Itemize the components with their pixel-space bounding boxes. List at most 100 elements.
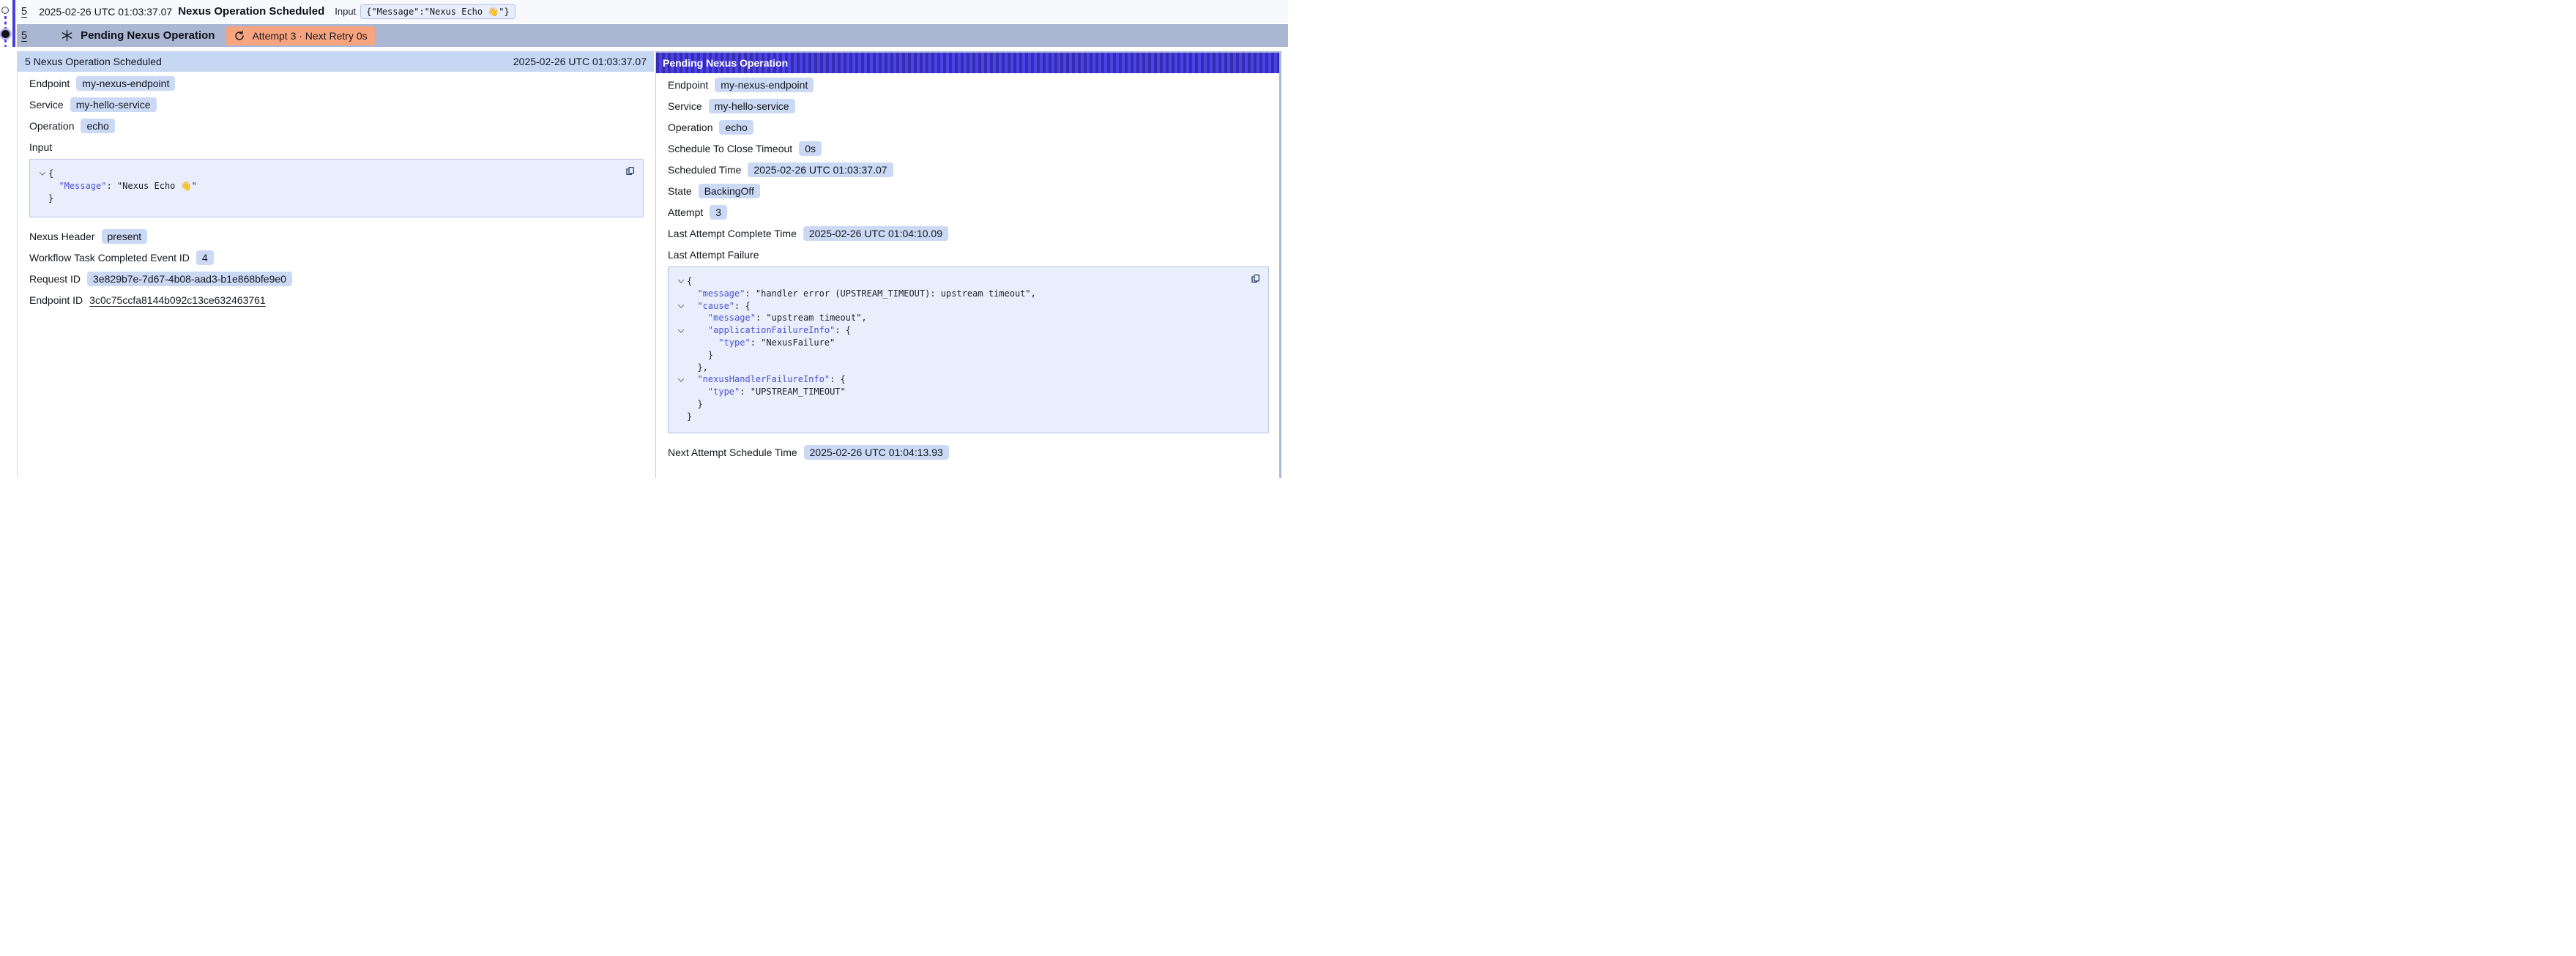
code-line: "nexusHandlerFailureInfo": { xyxy=(674,373,1239,386)
event-id-link[interactable]: 5 xyxy=(21,6,27,18)
code-line-text: "message": "handler error (UPSTREAM_TIME… xyxy=(687,288,1036,300)
detail-row-nexus-header: Nexus Header present xyxy=(29,229,644,244)
field-label: Endpoint xyxy=(668,79,708,91)
detail-row-next-attempt-schedule-time: Next Attempt Schedule Time2025-02-26 UTC… xyxy=(668,445,1269,460)
field-label: Service xyxy=(668,100,702,112)
collapse-chevron-icon[interactable] xyxy=(674,275,687,288)
code-line: } xyxy=(674,398,1239,411)
field-label: Input xyxy=(29,141,52,153)
field-label: Next Attempt Schedule Time xyxy=(668,447,797,458)
panel-header-pending: Pending Nexus Operation xyxy=(656,53,1279,73)
code-line: "applicationFailureInfo": { xyxy=(674,324,1239,337)
event-marker-open-icon xyxy=(1,7,9,14)
detail-row-attempt: Attempt3 xyxy=(668,205,1269,220)
code-line: "type": "NexusFailure" xyxy=(674,337,1239,349)
field-label: Request ID xyxy=(29,273,81,285)
code-line: } xyxy=(36,193,614,205)
collapse-chevron-icon[interactable] xyxy=(36,168,48,180)
retry-icon xyxy=(234,30,245,42)
field-label: Schedule To Close Timeout xyxy=(668,143,792,154)
field-value-badge: my-hello-service xyxy=(70,97,157,112)
code-line-text: "Message": "Nexus Echo 👋" xyxy=(48,180,197,193)
code-line-text: } xyxy=(687,411,692,423)
timeline-accent-bar xyxy=(12,0,15,47)
field-label: Operation xyxy=(29,120,74,132)
detail-row-service: Servicemy-hello-service xyxy=(29,97,644,112)
timeline-connector-line xyxy=(4,40,7,47)
input-json-code-block: { "Message": "Nexus Echo 👋"} xyxy=(29,159,644,217)
panel-header-scheduled: 5 Nexus Operation Scheduled 2025-02-26 U… xyxy=(18,51,654,72)
chevron-gutter xyxy=(674,337,687,349)
field-value-badge: my-nexus-endpoint xyxy=(715,78,814,92)
detail-row-endpoint: Endpoint my-nexus-endpoint xyxy=(668,78,1269,92)
panel-timestamp: 2025-02-26 UTC 01:03:37.07 xyxy=(513,56,647,67)
retry-badge-text: Attempt 3 · Next Retry 0s xyxy=(252,30,367,42)
event-row-nexus-operation-scheduled[interactable]: 5 2025-02-26 UTC 01:03:37.07 Nexus Opera… xyxy=(17,0,1288,23)
input-preview-badge: {"Message":"Nexus Echo 👋"} xyxy=(360,4,515,19)
field-label: Operation xyxy=(668,122,712,133)
code-line-text: { xyxy=(687,275,692,288)
chevron-gutter xyxy=(674,398,687,411)
field-value-badge: present xyxy=(102,229,148,244)
code-line: }, xyxy=(674,362,1239,374)
timeline-connector-line xyxy=(4,16,7,30)
code-line-text: "nexusHandlerFailureInfo": { xyxy=(687,373,846,386)
detail-row-operation: Operation echo xyxy=(29,119,644,133)
field-label: Last Attempt Failure xyxy=(668,249,759,261)
copy-icon[interactable] xyxy=(1250,273,1261,284)
code-line-text: "cause": { xyxy=(687,300,751,313)
detail-row-endpoint: Endpoint my-nexus-endpoint xyxy=(29,76,644,91)
collapse-chevron-icon[interactable] xyxy=(674,324,687,337)
panel-body-scheduled: Endpoint my-nexus-endpoint Servicemy-hello… xyxy=(18,72,654,307)
code-line-text: { xyxy=(48,168,53,180)
event-id-link[interactable]: 5 xyxy=(21,30,27,42)
field-value-badge: 2025-02-26 UTC 01:03:37.07 xyxy=(748,163,893,177)
chevron-gutter xyxy=(674,362,687,374)
chevron-gutter xyxy=(674,411,687,423)
field-label: Endpoint xyxy=(29,78,70,89)
event-marker-current-icon[interactable] xyxy=(1,30,10,38)
code-line: "message": "handler error (UPSTREAM_TIME… xyxy=(674,288,1239,300)
chevron-gutter xyxy=(36,180,48,193)
code-line-text: "type": "NexusFailure" xyxy=(687,337,835,349)
field-label: Endpoint ID xyxy=(29,294,83,306)
collapse-chevron-icon[interactable] xyxy=(674,300,687,313)
field-label: Attempt xyxy=(668,206,703,218)
detail-row-service: Service my-hello-service xyxy=(668,99,1269,113)
code-line-text: } xyxy=(687,398,703,411)
event-timestamp: 2025-02-26 UTC 01:03:37.07 xyxy=(39,6,172,18)
copy-icon[interactable] xyxy=(625,165,636,176)
panel-pending-nexus-operation: Pending Nexus Operation Endpoint my-nexus… xyxy=(655,51,1281,478)
code-line-text: } xyxy=(48,193,53,205)
chevron-gutter xyxy=(674,386,687,398)
detail-row-state: State BackingOff xyxy=(668,184,1269,198)
input-label: Input xyxy=(335,6,356,17)
field-label: Nexus Header xyxy=(29,231,95,242)
chevron-gutter xyxy=(36,193,48,205)
panel-nexus-operation-scheduled: 5 Nexus Operation Scheduled 2025-02-26 U… xyxy=(17,51,654,478)
panel-title: Pending Nexus Operation xyxy=(663,57,788,69)
detail-row-endpoint-id: Endpoint ID 3c0c75ccfa8144b092c13ce632463… xyxy=(29,293,644,307)
code-line: { xyxy=(36,168,614,180)
event-row-pending-nexus-operation[interactable]: 5 Pending Nexus Operation Attempt 3 · Ne… xyxy=(17,24,1288,47)
field-value-badge: my-nexus-endpoint xyxy=(76,76,175,91)
code-line-text: "type": "UPSTREAM_TIMEOUT" xyxy=(687,386,846,398)
field-value-badge: echo xyxy=(81,119,114,133)
field-value-badge: my-hello-service xyxy=(709,99,795,113)
detail-row-operation: Operationecho xyxy=(668,120,1269,135)
field-label: Workflow Task Completed Event ID xyxy=(29,252,190,264)
detail-row-last-attempt-failure: Last Attempt Failure xyxy=(668,247,1269,262)
code-line: } xyxy=(674,411,1239,423)
collapse-chevron-icon[interactable] xyxy=(674,373,687,386)
code-line: "type": "UPSTREAM_TIMEOUT" xyxy=(674,386,1239,398)
field-value-badge: 4 xyxy=(196,250,214,265)
field-value-badge: BackingOff xyxy=(699,184,760,198)
field-label: State xyxy=(668,185,692,197)
endpoint-id-link[interactable]: 3c0c75ccfa8144b092c13ce632463761 xyxy=(89,294,266,306)
panel-title: 5 Nexus Operation Scheduled xyxy=(25,56,162,67)
code-line: "message": "upstream timeout", xyxy=(674,312,1239,324)
code-line: "cause": { xyxy=(674,300,1239,313)
code-line-text: }, xyxy=(687,362,708,374)
code-line-text: } xyxy=(687,349,713,362)
panel-body-pending: Endpoint my-nexus-endpoint Service my-hello… xyxy=(656,73,1279,460)
